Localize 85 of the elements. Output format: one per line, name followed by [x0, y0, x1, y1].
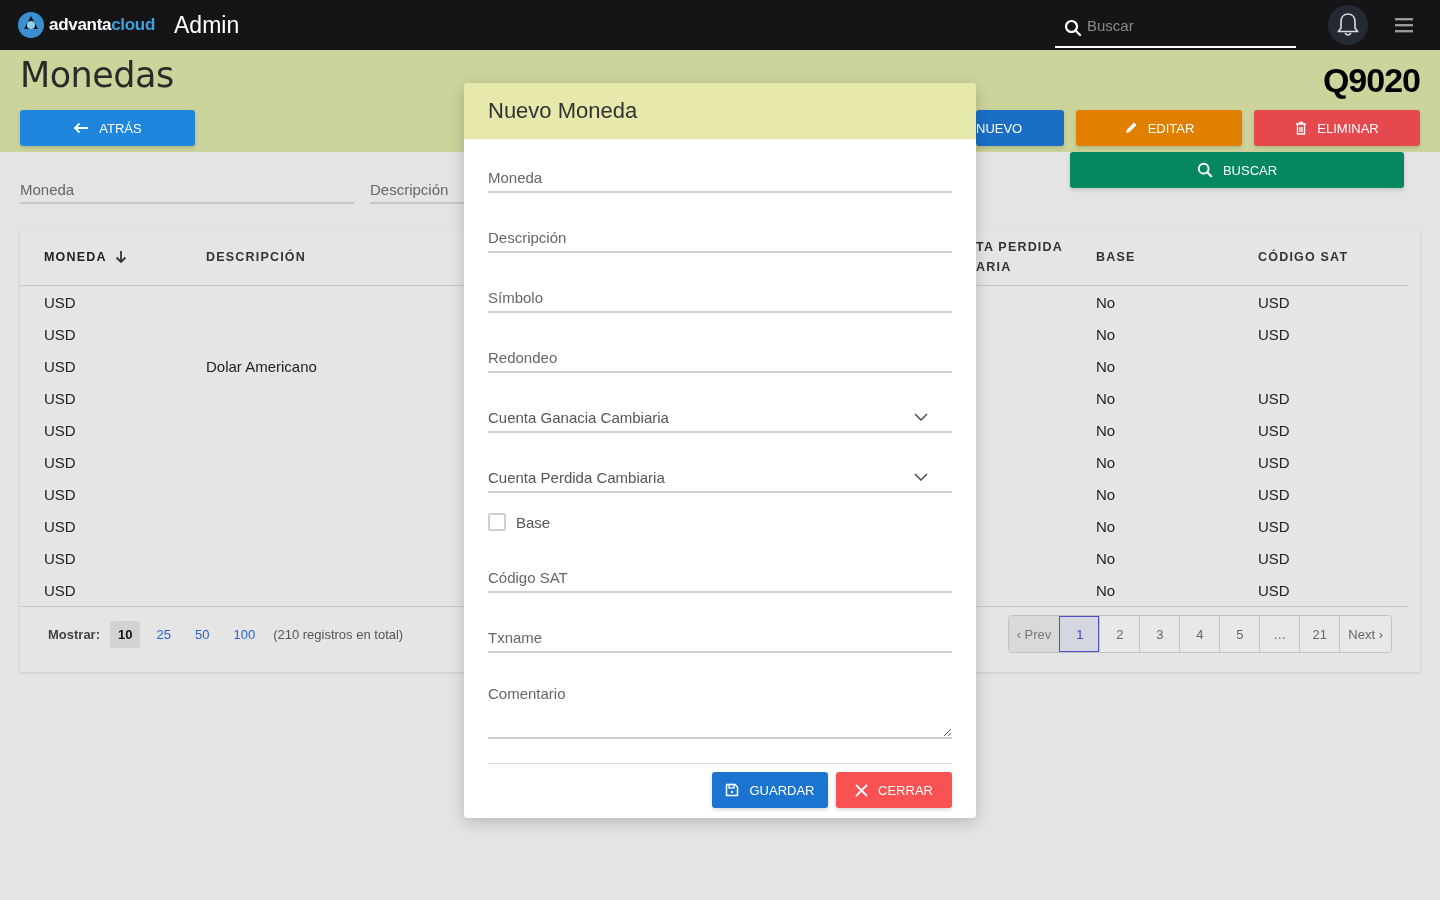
sat-code-cell: USD — [1258, 485, 1290, 503]
menu-icon[interactable] — [1395, 17, 1413, 33]
currency-cell: USD — [44, 485, 76, 503]
column-title: MONEDA — [44, 248, 107, 266]
sat-code-cell: USD — [1258, 453, 1290, 471]
base-cell: No — [1096, 357, 1116, 375]
column-title: CÓDIGO SAT — [1258, 248, 1349, 266]
base-cell: No — [1096, 453, 1116, 471]
textarea-field[interactable]: Comentario — [488, 683, 952, 739]
page-title: Monedas — [20, 55, 174, 95]
arrow-left-icon — [73, 122, 90, 134]
currency-cell: USD — [44, 453, 76, 471]
logo-icon — [16, 11, 46, 39]
trash-icon — [1295, 121, 1308, 135]
search-field[interactable]: Buscar — [1055, 4, 1296, 48]
search-icon — [1196, 162, 1213, 178]
input-field[interactable]: Redondeo — [488, 343, 952, 373]
base-cell: No — [1096, 581, 1116, 599]
page-size-option[interactable]: 50 — [186, 620, 218, 648]
currency-cell: USD — [44, 581, 76, 599]
search-button[interactable]: BUSCAR — [1070, 152, 1404, 188]
column-header[interactable]: CÓDIGO SAT — [1258, 228, 1408, 285]
input-field[interactable]: Código SAT — [488, 563, 952, 593]
base-cell: No — [1096, 485, 1116, 503]
filter-field[interactable]: Moneda — [20, 176, 354, 204]
input-field[interactable]: Txname — [488, 623, 952, 653]
sat-code-cell: USD — [1258, 517, 1290, 535]
input-field[interactable]: Moneda — [488, 163, 952, 193]
checkbox[interactable] — [488, 513, 506, 531]
save-button[interactable]: GUARDAR — [712, 772, 828, 808]
sat-code-cell: USD — [1258, 581, 1290, 599]
input-field[interactable]: Símbolo — [488, 283, 952, 313]
column-header[interactable]: MONEDA — [20, 228, 206, 285]
modal-title: Nuevo Moneda — [488, 98, 638, 124]
currency-cell: USD — [44, 325, 76, 343]
base-cell: No — [1096, 389, 1116, 407]
currency-cell: USD — [44, 549, 76, 567]
sat-code-cell: USD — [1258, 293, 1290, 311]
total-records: (210 registros en total) — [273, 626, 404, 642]
currency-cell: USD — [44, 357, 76, 375]
sat-code-cell: USD — [1258, 389, 1290, 407]
currency-cell: USD — [44, 389, 76, 407]
close-button[interactable]: CERRAR — [836, 772, 952, 808]
dropdown[interactable]: Cuenta Perdida Cambiaria — [488, 463, 952, 493]
page-button[interactable]: 1 — [1059, 616, 1100, 652]
currency-cell: USD — [44, 517, 76, 535]
page-size-option[interactable]: 100 — [225, 620, 264, 648]
page-button[interactable]: Next › — [1339, 616, 1391, 652]
close-icon — [855, 783, 869, 797]
base-cell: No — [1096, 325, 1116, 343]
page-size-option[interactable]: 25 — [148, 620, 179, 648]
base-cell: No — [1096, 549, 1116, 567]
column-title: BASE — [1096, 248, 1136, 266]
sort-arrow-icon — [114, 249, 127, 264]
column-header[interactable]: TA PERDIDA ARIA — [976, 228, 1096, 285]
checkbox-label: Base — [516, 513, 551, 531]
base-cell: No — [1096, 517, 1116, 535]
sat-code-cell: USD — [1258, 325, 1290, 343]
pencil-icon — [1123, 121, 1138, 135]
sat-code-cell: USD — [1258, 421, 1290, 439]
input-field[interactable]: Descripción — [488, 223, 952, 253]
base-cell: No — [1096, 421, 1116, 439]
currency-cell: USD — [44, 421, 76, 439]
company-code: Q9020 — [1322, 60, 1420, 100]
notifications-button[interactable] — [1328, 5, 1368, 45]
filter-field[interactable]: Descripción — [370, 176, 464, 204]
search-icon — [1064, 19, 1082, 37]
description-cell: Dolar Americano — [206, 357, 317, 375]
column-title: TA PERDIDA ARIA — [976, 238, 1064, 276]
base-cell: No — [1096, 293, 1116, 311]
currency-cell: USD — [44, 293, 76, 311]
app-name: Admin — [174, 11, 240, 39]
back-button[interactable]: ATRÁS — [20, 110, 195, 146]
delete-button[interactable]: ELIMINAR — [1254, 110, 1420, 146]
edit-button[interactable]: EDITAR — [1076, 110, 1242, 146]
chevron-down-icon — [914, 413, 928, 421]
sat-code-cell: USD — [1258, 549, 1290, 567]
logo-wordmark: advantacloud — [49, 15, 155, 35]
new-button[interactable]: NUEVO — [976, 110, 1064, 146]
chevron-down-icon — [914, 473, 928, 481]
page-size-option[interactable]: 10 — [110, 620, 141, 648]
dropdown[interactable]: Cuenta Ganacia Cambiaria — [488, 403, 952, 433]
column-header[interactable]: BASE — [1096, 228, 1258, 285]
bell-icon — [1336, 12, 1360, 38]
show-label: Mostrar: — [48, 626, 100, 642]
